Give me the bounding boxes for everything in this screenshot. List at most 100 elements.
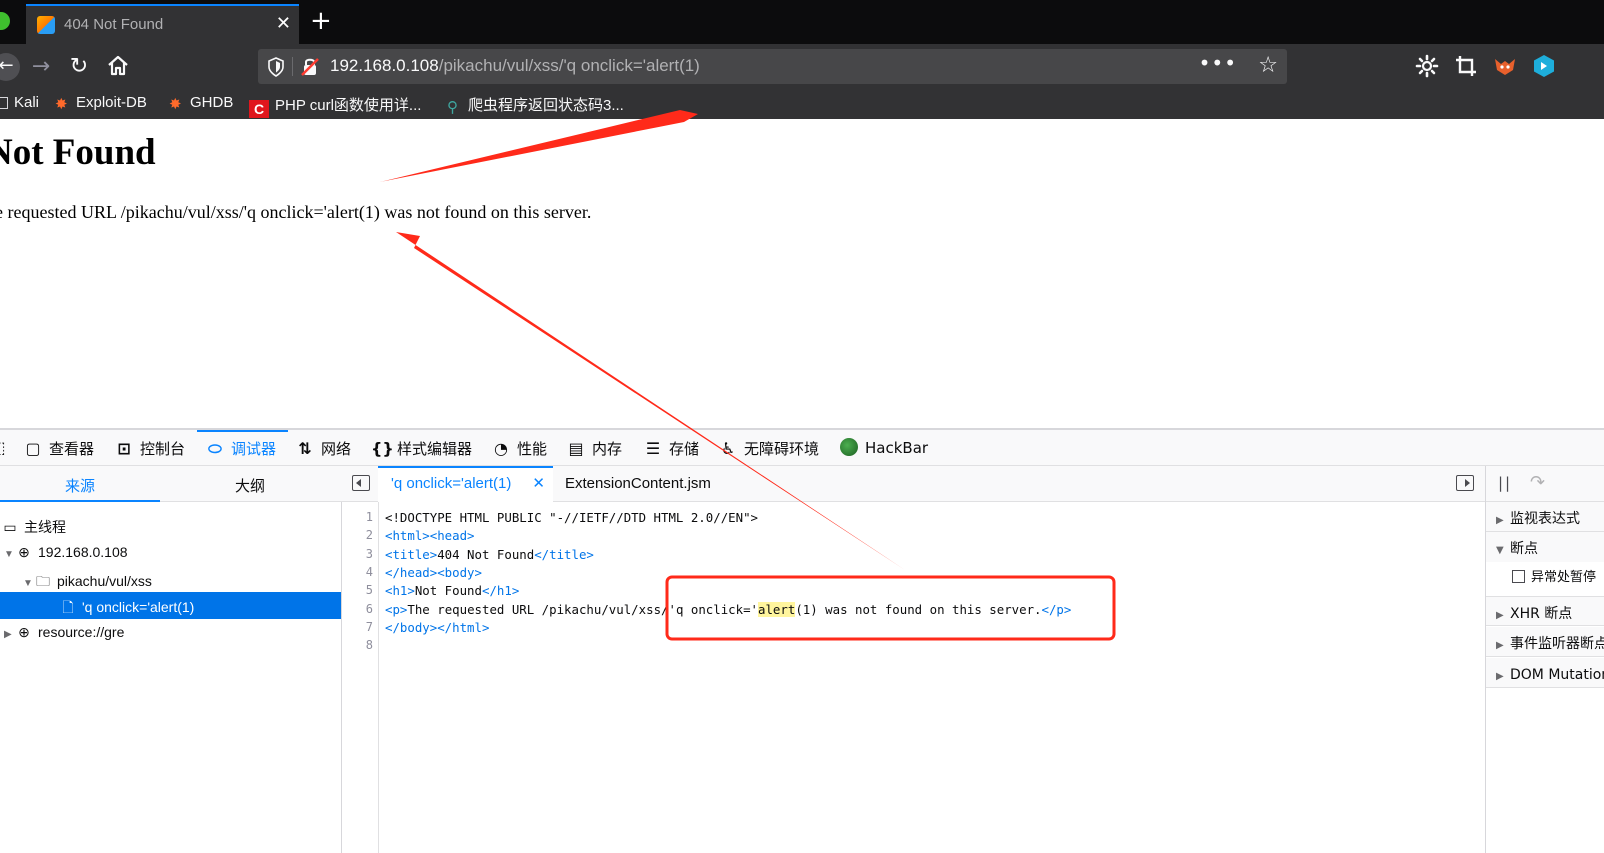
fox-extension-icon[interactable] xyxy=(1492,53,1518,79)
collapsed-arrow-icon: ▶ xyxy=(1496,671,1504,682)
section-event-listener-breakpoints[interactable]: ▶ 事件监听器断点 xyxy=(1486,627,1604,657)
code-line[interactable]: <h1>Not Found</h1> xyxy=(385,583,519,598)
cube-extension-icon[interactable] xyxy=(1531,53,1557,79)
tree-label: 192.168.0.108 xyxy=(38,544,128,560)
console-icon: ⊡ xyxy=(117,439,131,458)
file-icon: 🗋 xyxy=(62,599,74,615)
pick-element-button[interactable]: ⬚ xyxy=(0,430,14,465)
bookmark-ghdb[interactable]: ✸ GHDB xyxy=(169,94,233,113)
code-line[interactable]: </body></html> xyxy=(385,620,489,635)
bookmark-exploit-db[interactable]: ✸ Exploit-DB xyxy=(55,94,147,113)
bookmark-star-icon[interactable]: ☆ xyxy=(1258,53,1278,78)
line-number[interactable]: 6 xyxy=(366,602,373,616)
expanded-arrow-icon[interactable]: ▼ xyxy=(4,549,16,560)
back-button[interactable]: ← xyxy=(0,53,20,81)
tab-debugger[interactable]: ⬭ 调试器 xyxy=(197,430,288,465)
code-text: Not Found xyxy=(414,583,482,599)
pause-on-exceptions-row[interactable]: 异常处暂停 xyxy=(1486,559,1604,591)
section-label: 事件监听器断点 xyxy=(1510,636,1604,652)
forward-button[interactable]: → xyxy=(28,54,54,80)
code-tag: </body></html> xyxy=(385,619,490,635)
step-over-icon[interactable]: ↷ xyxy=(1530,472,1545,493)
code-line[interactable]: <p>The requested URL /pikachu/vul/xss/'q… xyxy=(385,601,1071,617)
bookmark-php-curl[interactable]: C PHP curl函数使用详... xyxy=(249,94,421,118)
source-tab-extension[interactable]: ExtensionContent.jsm xyxy=(565,466,711,502)
section-breakpoints[interactable]: ▼ 断点 xyxy=(1486,532,1604,562)
section-xhr-breakpoints[interactable]: ▶ XHR 断点 xyxy=(1486,596,1604,626)
section-dom-mutation-breakpoints[interactable]: ▶ DOM Mutation 断点 xyxy=(1486,658,1604,688)
page-heading: Not Found xyxy=(0,132,156,173)
devtools-toolbar: ⬚ ▢ 查看器 ⊡ 控制台 ⬭ 调试器 ⇅ 网络 {}样式编辑器 ◔ 性能 ▤ 内存 ☰ 存储… xyxy=(0,430,1604,466)
url-text[interactable]: 192.168.0.108/pikachu/vul/xss/'q onclick… xyxy=(330,56,700,76)
code-tag: <h1> xyxy=(385,583,415,599)
code-line[interactable]: <title>404 Not Found</title> xyxy=(385,547,594,562)
close-icon[interactable]: ✕ xyxy=(532,474,545,492)
tab-strip: 404 Not Found ✕ + xyxy=(0,0,1604,44)
tab-label: 存储 xyxy=(669,440,700,458)
toggle-sources-pane-icon[interactable] xyxy=(352,475,370,491)
tab-style-editor[interactable]: {} 样式编辑器 xyxy=(371,430,472,465)
insecure-lock-icon[interactable] xyxy=(300,57,320,77)
tab-memory[interactable]: ▤ 内存 xyxy=(566,430,622,465)
line-number[interactable]: 5 xyxy=(366,583,373,597)
pause-on-exceptions-checkbox[interactable] xyxy=(1512,570,1525,583)
tab-storage[interactable]: ☰ 存储 xyxy=(643,430,699,465)
page-actions-menu-icon[interactable]: ••• xyxy=(1199,51,1237,75)
reload-button[interactable]: ↻ xyxy=(66,54,92,80)
tab-hackbar[interactable]: HackBar xyxy=(840,430,928,465)
home-button[interactable] xyxy=(105,54,131,80)
line-number[interactable]: 3 xyxy=(366,547,373,561)
line-number[interactable]: 8 xyxy=(366,638,373,652)
line-number[interactable]: 4 xyxy=(366,565,373,579)
expanded-arrow-icon[interactable]: ▼ xyxy=(23,578,35,589)
style-editor-icon: {} xyxy=(371,439,394,458)
expanded-arrow-icon: ▼ xyxy=(1496,545,1504,556)
new-tab-button[interactable]: + xyxy=(310,6,332,36)
debugger-sidebar: || ↷ ▶ 监视表达式 ▼ 断点 异常处暂停 ▶ XHR 断点 ▶ 事件监听器断点 ▶… xyxy=(1485,466,1604,853)
home-icon xyxy=(108,55,128,76)
code-line[interactable]: <html><head> xyxy=(385,528,475,543)
navigation-bar: ← → ↻ 192.168.0.108/pikachu/vul/xss/'q o… xyxy=(0,44,1604,90)
line-number[interactable]: 7 xyxy=(366,620,373,634)
debugger-controls: || ↷ xyxy=(1486,466,1604,502)
tree-item-folder[interactable]: ▼ 🗀 pikachu/vul/xss xyxy=(0,566,341,593)
status-dot-icon xyxy=(0,12,10,30)
collapsed-arrow-icon: ▶ xyxy=(1496,610,1504,621)
code-tag: </title> xyxy=(534,546,594,562)
settings-gear-icon[interactable] xyxy=(1414,53,1440,79)
tab-404-not-found[interactable]: 404 Not Found ✕ xyxy=(26,4,299,44)
crop-screenshot-icon[interactable] xyxy=(1453,53,1479,79)
tree-item-main-thread[interactable]: ▭ 主线程 xyxy=(0,512,341,539)
url-path: /pikachu/vul/xss/'q onclick='alert(1) xyxy=(438,56,700,75)
tab-network[interactable]: ⇅ 网络 xyxy=(295,430,351,465)
toggle-debugger-pane-icon[interactable] xyxy=(1456,475,1474,491)
tab-performance[interactable]: ◔ 性能 xyxy=(491,430,547,465)
debugger-icon: ⬭ xyxy=(208,439,222,458)
tab-inspector[interactable]: ▢ 查看器 xyxy=(23,430,94,465)
tree-item-resource[interactable]: ▶ ⊕ resource://gre xyxy=(0,619,341,646)
pause-button[interactable]: || xyxy=(1498,474,1512,492)
code-line[interactable]: </head><body> xyxy=(385,565,482,580)
tab-console[interactable]: ⊡ 控制台 xyxy=(114,430,185,465)
line-number[interactable]: 2 xyxy=(366,528,373,542)
collapsed-arrow-icon[interactable]: ▶ xyxy=(4,629,16,640)
source-tab-active[interactable]: 'q onclick='alert(1) ✕ xyxy=(378,466,553,502)
url-bar[interactable]: 192.168.0.108/pikachu/vul/xss/'q onclick… xyxy=(258,49,1287,84)
tab-sources[interactable]: 来源 xyxy=(0,466,160,502)
tree-item-host[interactable]: ▼ ⊕ 192.168.0.108 xyxy=(0,539,341,566)
bookmark-kali[interactable]: Kali xyxy=(0,94,39,111)
tab-label: 性能 xyxy=(517,440,548,458)
tab-outline[interactable]: 大纲 xyxy=(160,466,340,502)
csdn-icon: C xyxy=(249,100,269,118)
tab-label: HackBar xyxy=(865,439,929,457)
tracking-shield-icon[interactable] xyxy=(267,57,285,77)
url-separator xyxy=(292,57,293,76)
line-number[interactable]: 1 xyxy=(366,510,373,524)
bookmark-crawler-status[interactable]: ⚲ 爬虫程序返回状态码3... xyxy=(447,94,624,116)
code-text: <!DOCTYPE HTML PUBLIC "-//IETF//DTD HTML… xyxy=(385,510,758,525)
tab-close-icon[interactable]: ✕ xyxy=(276,13,291,34)
section-watch-expressions[interactable]: ▶ 监视表达式 xyxy=(1486,502,1604,532)
code-line[interactable]: <!DOCTYPE HTML PUBLIC "-//IETF//DTD HTML… xyxy=(385,510,758,525)
tab-accessibility[interactable]: ♿ 无障碍环境 xyxy=(718,430,819,465)
tree-item-selected-file[interactable]: 🗋 'q onclick='alert(1) xyxy=(0,592,341,619)
